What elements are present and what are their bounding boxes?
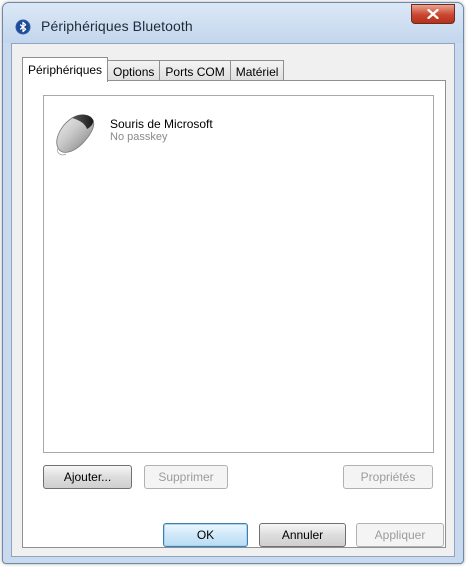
ok-button[interactable]: OK — [163, 523, 248, 547]
cancel-button[interactable]: Annuler — [259, 523, 346, 547]
apply-button[interactable]: Appliquer — [356, 523, 444, 547]
tab-strip: Périphériques Options Ports COM Matériel — [22, 57, 285, 82]
window-title: Périphériques Bluetooth — [41, 18, 193, 34]
device-status: No passkey — [110, 131, 168, 143]
add-device-button[interactable]: Ajouter... — [43, 465, 132, 489]
title-bar[interactable]: Périphériques Bluetooth — [3, 3, 463, 43]
remove-device-button[interactable]: Supprimer — [144, 465, 228, 489]
device-list[interactable]: Souris de Microsoft No passkey — [43, 95, 434, 453]
tab-materiel[interactable]: Matériel — [229, 60, 285, 81]
tab-peripheriques[interactable]: Périphériques — [22, 57, 109, 82]
bluetooth-icon — [15, 19, 31, 35]
close-button[interactable] — [411, 4, 455, 24]
mouse-icon — [50, 110, 102, 160]
dialog-body: Périphériques Options Ports COM Matériel — [11, 43, 455, 557]
list-item[interactable]: Souris de Microsoft No passkey — [50, 110, 270, 164]
properties-button[interactable]: Propriétés — [343, 465, 433, 489]
tab-ports-com[interactable]: Ports COM — [159, 60, 231, 81]
close-icon — [427, 9, 439, 19]
device-name: Souris de Microsoft — [110, 117, 213, 131]
bluetooth-devices-window: Périphériques Bluetooth Périphériques Op… — [2, 2, 464, 564]
tab-options[interactable]: Options — [107, 60, 161, 81]
tab-panel-peripheriques: Souris de Microsoft No passkey Ajouter..… — [22, 80, 446, 548]
